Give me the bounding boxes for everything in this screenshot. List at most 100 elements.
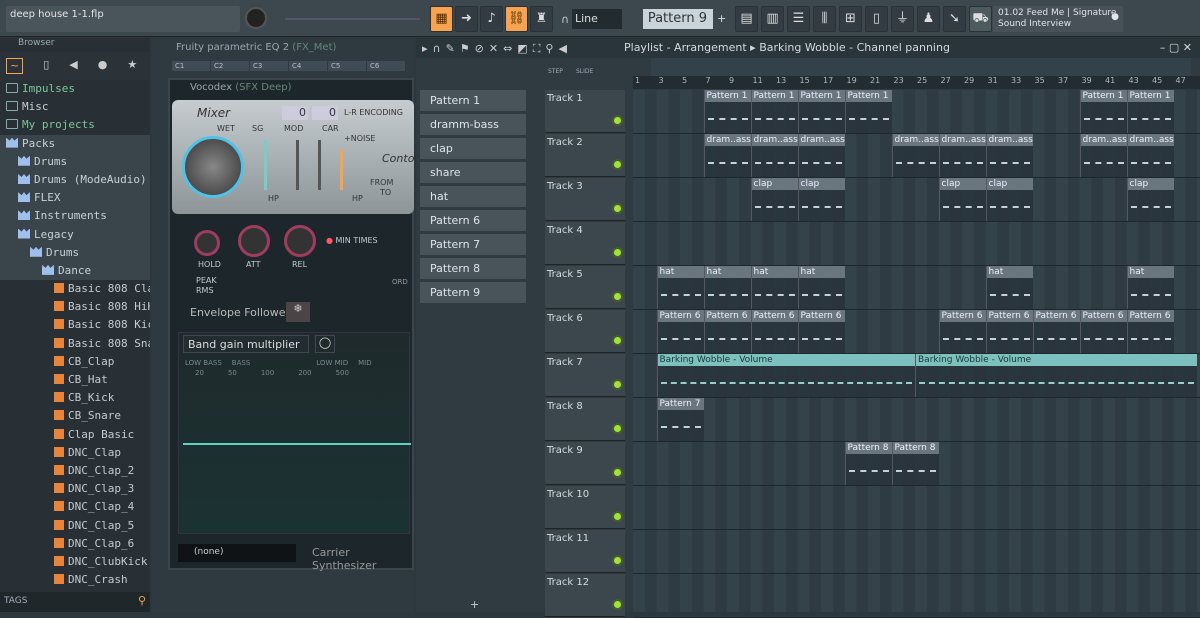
pattern-list-item[interactable]: hat (420, 186, 526, 207)
browser-item[interactable]: Dance (0, 261, 150, 281)
rel-knob[interactable] (284, 225, 316, 257)
playlist-tool-icons[interactable]: ▸∩✎⚑⊘✕⇔◩⛶⚲◀ (422, 42, 572, 56)
freeze-icon[interactable]: ❄ (286, 302, 310, 322)
pattern-clip[interactable]: Pattern 7 (656, 398, 704, 441)
link-icon[interactable]: ⛓ (505, 6, 528, 32)
browser-item[interactable]: Impulses (0, 80, 150, 98)
browser-item[interactable]: Basic 808 Snare (0, 335, 150, 353)
browser-item[interactable]: DNC_Clap_2 (0, 462, 150, 480)
add-channel-button[interactable]: + (470, 598, 479, 611)
track-lane[interactable] (633, 178, 1200, 222)
pattern-clip[interactable]: dram..ass (985, 134, 1033, 177)
pattern-clip[interactable]: clap (797, 178, 845, 221)
master-pitch-slider[interactable] (285, 18, 420, 20)
channel-rack-button[interactable]: ☰ (787, 6, 810, 32)
browser-item[interactable]: DNC_ClubKick (0, 553, 150, 571)
pattern-clip[interactable]: hat (703, 266, 751, 309)
value-field-1[interactable]: 0 (282, 106, 308, 120)
browser-item[interactable]: Misc (0, 98, 150, 116)
pattern-clip[interactable]: Pattern 1 (844, 90, 892, 133)
noise-fader[interactable] (340, 150, 343, 190)
browser-item[interactable]: DNC_Clap_5 (0, 517, 150, 535)
pattern-list-item[interactable]: Pattern 8 (420, 258, 526, 279)
eq-title-bar[interactable]: Fruity parametric EQ 2 (FX_Met) (152, 38, 414, 57)
file-tab-icon[interactable]: ▯ (43, 58, 49, 74)
track-mute-led[interactable] (614, 469, 621, 476)
shop-cart-icon[interactable]: ⛟ (969, 6, 992, 32)
track-lane[interactable] (633, 398, 1200, 442)
master-volume-knob[interactable] (245, 7, 267, 29)
track-mute-led[interactable] (614, 249, 621, 256)
band-select-dropdown[interactable]: Band gain multiplier (183, 335, 309, 353)
browser-item[interactable]: Drums (ModeAudio) (0, 170, 150, 190)
project-picker-button[interactable]: ⊞ (839, 6, 862, 32)
recording-button[interactable]: ♟ (917, 6, 940, 32)
pattern-clip[interactable]: Pattern 8 (891, 442, 939, 485)
peak-option[interactable]: PEAK (196, 276, 217, 285)
pattern-clip[interactable]: dram..ass (750, 134, 798, 177)
att-knob[interactable] (238, 225, 270, 257)
pattern-clip[interactable]: Pattern 6 (938, 310, 986, 353)
pattern-clip[interactable]: hat (750, 266, 798, 309)
playlist-scrollbar[interactable] (651, 58, 1191, 78)
pattern-clip[interactable]: dram..ass (1126, 134, 1174, 177)
plugin-button[interactable]: ⏚ (891, 6, 914, 32)
browser-item[interactable]: CB_Snare (0, 407, 150, 425)
add-pattern-button[interactable]: + (717, 12, 726, 25)
pattern-clip[interactable]: clap (938, 178, 986, 221)
track-header[interactable]: Track 10 (545, 486, 625, 529)
browser-item[interactable]: DNC_Clap (0, 444, 150, 462)
pattern-clip[interactable]: Pattern 6 (656, 310, 704, 353)
pattern-clip[interactable]: Pattern 6 (797, 310, 845, 353)
pattern-list-item[interactable]: Pattern 7 (420, 234, 526, 255)
track-header[interactable]: Track 8 (545, 398, 625, 441)
browser-button[interactable]: ▯ (865, 6, 888, 32)
search-icon[interactable]: ⚲ (138, 594, 146, 607)
track-header[interactable]: Track 1 (545, 90, 625, 133)
pattern-clip[interactable]: dram..ass (891, 134, 939, 177)
track-mute-led[interactable] (614, 161, 621, 168)
pattern-clip[interactable]: Pattern 6 (985, 310, 1033, 353)
pattern-clip[interactable]: dram..ass (938, 134, 986, 177)
track-mute-led[interactable] (614, 425, 621, 432)
pattern-list-item[interactable]: clap (420, 138, 526, 159)
typing-keyboard-button[interactable]: ▦ (430, 6, 453, 32)
track-mute-led[interactable] (614, 513, 621, 520)
track-header[interactable]: Track 12 (545, 574, 625, 617)
lips-icon[interactable]: ◯ (315, 335, 335, 353)
track-header[interactable]: Track 5 (545, 266, 625, 309)
rms-option[interactable]: RMS (196, 286, 214, 295)
track-mute-led[interactable] (614, 381, 621, 388)
browser-item[interactable]: Legacy (0, 225, 150, 244)
browser-item[interactable]: DNC_Clap_3 (0, 480, 150, 498)
browser-item[interactable]: Drums (0, 243, 150, 262)
track-mute-led[interactable] (614, 117, 621, 124)
tags-button[interactable]: TAGS (0, 592, 31, 610)
pattern-clip[interactable]: hat (1126, 266, 1174, 309)
speaker-tab-icon[interactable]: ◀ (69, 58, 77, 74)
pattern-clip[interactable]: Pattern 1 (1126, 90, 1174, 133)
pattern-clip[interactable]: hat (656, 266, 704, 309)
pattern-clip[interactable]: Pattern 6 (1126, 310, 1174, 353)
pattern-list-item[interactable]: dramm-bass (420, 114, 526, 135)
window-controls[interactable]: – ▢ ✕ (1160, 41, 1192, 54)
track-header[interactable]: Track 3 (545, 178, 625, 221)
pattern-list-item[interactable]: Pattern 6 (420, 210, 526, 231)
browser-item[interactable]: DNC_Clap_6 (0, 535, 150, 553)
browser-item[interactable]: FLEX (0, 189, 150, 208)
pattern-clip[interactable]: Pattern 6 (750, 310, 798, 353)
track-lane[interactable] (633, 574, 1200, 618)
browser-item[interactable]: Basic 808 Clap (0, 280, 150, 298)
carrier-select-dropdown[interactable]: (none) (178, 544, 296, 562)
browser-item[interactable]: Basic 808 HiHat (0, 298, 150, 316)
browser-item[interactable]: Instruments (0, 207, 150, 226)
pattern-clip[interactable]: hat (797, 266, 845, 309)
browser-item[interactable]: CB_Hat (0, 371, 150, 389)
browser-item[interactable]: CB_Clap (0, 353, 150, 371)
mod-fader[interactable] (296, 140, 299, 190)
browser-item[interactable]: Drums (0, 152, 150, 171)
track-header[interactable]: Track 9 (545, 442, 625, 485)
timeline-ruler[interactable]: 1 3 5 7 9 11 13 15 17 19 21 23 25 27 29 31 33 35 37 39 41 43 4… (633, 76, 1200, 89)
track-lane[interactable] (633, 222, 1200, 266)
track-mute-led[interactable] (614, 293, 621, 300)
